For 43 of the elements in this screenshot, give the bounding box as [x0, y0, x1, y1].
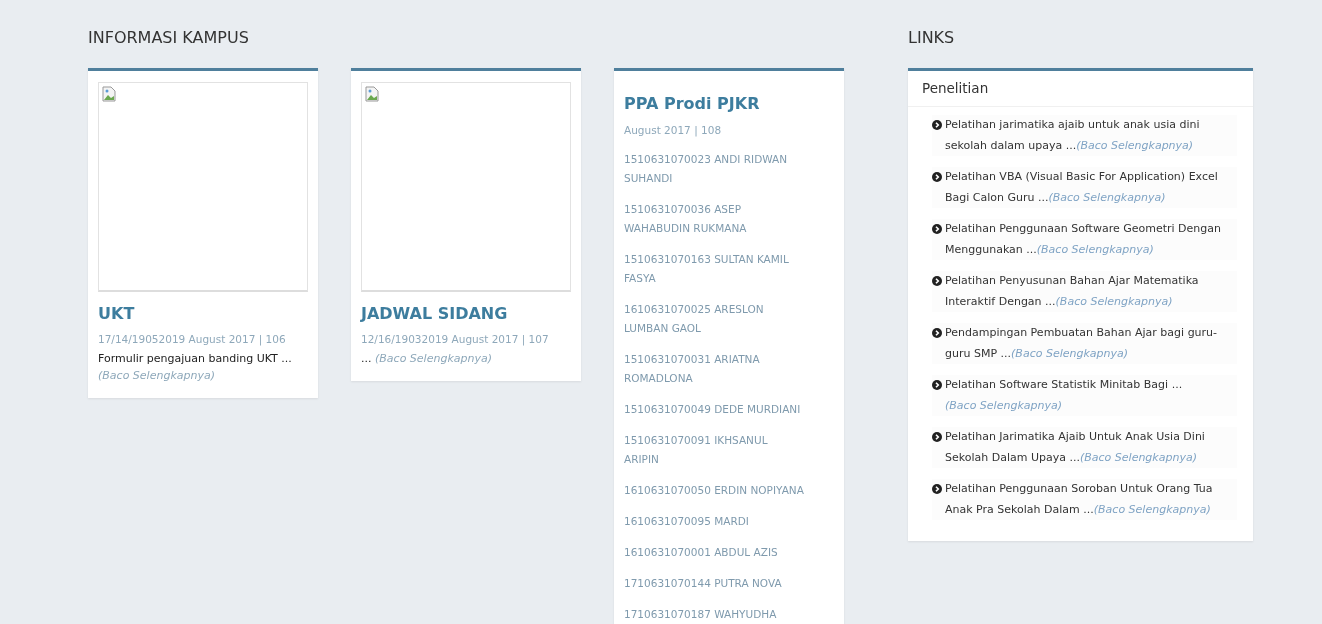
student-entry[interactable]: 1510631070031 ARIATNA ROMADLONA — [624, 350, 834, 388]
read-more-link[interactable]: (Baco Selengkapnya) — [1036, 242, 1154, 256]
read-more-link[interactable]: (Baco Selengkapnya) — [1093, 502, 1211, 516]
read-more-link[interactable]: (Baco Selengkapnya) — [1055, 294, 1173, 308]
research-item: Pelatihan Penggunaan Software Geometri Dengan Menggunakan ...(Baco Selengkapnya) — [945, 221, 1222, 258]
read-more-link[interactable]: (Baco Selengkapnya) — [375, 352, 492, 365]
student-entry[interactable]: 1510631070049 DEDE MURDIANI — [624, 400, 834, 419]
post-title[interactable]: UKT — [98, 304, 135, 324]
student-entry[interactable]: 1610631070050 ERDIN NOPIYANA — [624, 481, 834, 500]
read-more-link[interactable]: (Baco Selengkapnya) — [98, 369, 215, 382]
broken-image-icon — [365, 86, 379, 102]
student-entry[interactable]: 1710631070187 WAHYUDHA — [624, 605, 834, 624]
post-excerpt: Formulir pengajuan banding UKT ... (Baco Selengkapnya) — [98, 351, 293, 384]
read-more-link[interactable]: (Baco Selengkapnya) — [1048, 190, 1166, 204]
research-item: Pendampingan Pembuatan Bahan Ajar bagi guru-guru SMP ...(Baco Selengkapnya) — [945, 325, 1219, 362]
broken-image-icon — [102, 86, 116, 102]
research-item: Pelatihan Penyusunan Bahan Ajar Matematika Interaktif Dengan ...(Baco Selengkapnya) — [945, 273, 1200, 310]
research-item: Pelatihan Jarimatika Ajaib Untuk Anak Usia Dini Sekolah Dalam Upaya ...(Baco Selengkapnya) — [945, 429, 1206, 466]
read-more-link[interactable]: (Baco Selengkapnya) — [1011, 346, 1129, 360]
panel-title: Penelitian — [908, 71, 1253, 107]
student-entry[interactable]: 1510631070036 ASEP WAHABUDIN RUKMANA — [624, 200, 834, 238]
student-entry[interactable]: 1510631070091 IKHSANUL ARIPIN — [624, 431, 834, 469]
post-meta: August 2017 | 108 — [624, 123, 722, 138]
post-title[interactable]: PPA Prodi PJKR — [624, 94, 760, 114]
student-entry[interactable]: 1610631070095 MARDI — [624, 512, 834, 531]
read-more-link[interactable]: (Baco Selengkapnya) — [1079, 450, 1197, 464]
student-entry[interactable]: 1710631070144 PUTRA NOVA — [624, 574, 834, 593]
student-entry[interactable]: 1610631070001 ABDUL AZIS — [624, 543, 834, 562]
post-meta: 12/16/19032019 August 2017 | 107 — [361, 332, 549, 347]
read-more-link[interactable]: (Baco Selengkapnya) — [1076, 138, 1194, 152]
read-more-link[interactable]: (Baco Selengkapnya) — [945, 398, 1062, 412]
research-item: Pelatihan Penggunaan Soroban Untuk Orang Tua Anak Pra Sekolah Dalam ...(Baco Selengkapnya) — [945, 481, 1214, 518]
section-heading: INFORMASI KAMPUS — [88, 27, 249, 48]
post-excerpt: ... (Baco Selengkapnya) — [361, 351, 493, 367]
research-item: Pelatihan VBA (Visual Basic For Application) Excel Bagi Calon Guru ...(Baco Selengkapnya) — [945, 169, 1219, 206]
student-entry[interactable]: 1510631070023 ANDI RIDWAN SUHANDI — [624, 150, 834, 188]
post-title[interactable]: JADWAL SIDANG — [361, 304, 508, 324]
student-entry[interactable]: 1610631070025 ARESLON LUMBAN GAOL — [624, 300, 834, 338]
research-item: Pelatihan Software Statistik Minitab Bagi ... (Baco Selengkapnya) — [945, 377, 1184, 414]
research-item: Pelatihan jarimatika ajaib untuk anak usia dini sekolah dalam upaya ...(Baco Selengkapnya) — [945, 117, 1201, 154]
student-entry[interactable]: 1510631070163 SULTAN KAMIL FASYA — [624, 250, 834, 288]
section-heading: LINKS — [908, 27, 955, 48]
post-meta: 17/14/19052019 August 2017 | 106 — [98, 332, 286, 347]
